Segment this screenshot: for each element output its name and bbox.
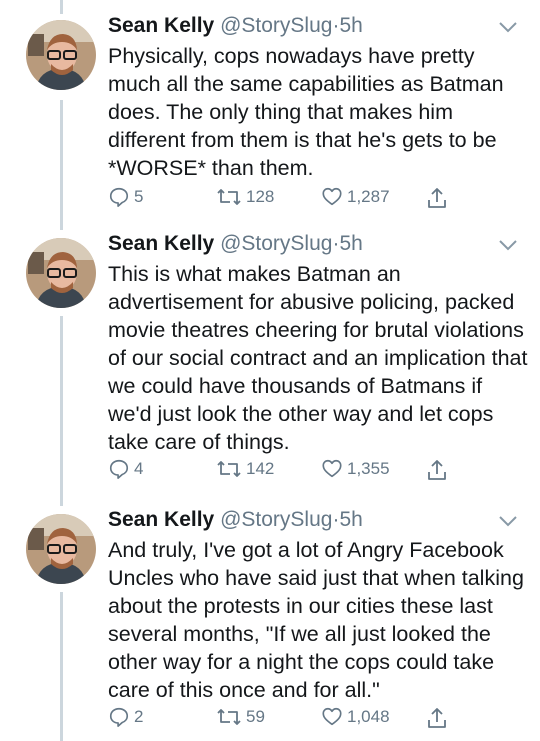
thread-line bbox=[60, 0, 63, 14]
retweet-icon bbox=[217, 189, 241, 205]
avatar[interactable] bbox=[26, 238, 96, 308]
like-button[interactable]: 1,048 bbox=[321, 706, 390, 728]
share-button[interactable] bbox=[426, 706, 448, 730]
timestamp[interactable]: 5h bbox=[339, 232, 362, 255]
retweet-button[interactable]: 128 bbox=[216, 186, 274, 208]
tweet-text: And truly, I've got a lot of Angry Faceb… bbox=[108, 538, 524, 702]
tweet-actions: 4 142 1,355 bbox=[108, 458, 528, 484]
tweet-text: Physically, cops nowadays have pretty mu… bbox=[108, 44, 504, 180]
tweet-actions: 5 128 1,287 bbox=[108, 186, 528, 212]
reply-icon bbox=[109, 459, 129, 479]
tweet-header: Sean Kelly @StorySlug·5h bbox=[108, 508, 363, 532]
heart-icon bbox=[322, 459, 342, 478]
tweet[interactable]: Sean Kelly @StorySlug·5h This is what ma… bbox=[0, 232, 540, 504]
timestamp[interactable]: 5h bbox=[339, 14, 362, 37]
tweet[interactable]: Sean Kelly @StorySlug·5h And truly, I've… bbox=[0, 508, 540, 741]
tweet-actions: 2 59 1,048 bbox=[108, 706, 528, 732]
reply-button[interactable]: 2 bbox=[108, 706, 143, 728]
user-handle[interactable]: @StorySlug bbox=[220, 232, 332, 255]
reply-button[interactable]: 5 bbox=[108, 186, 143, 208]
retweet-icon bbox=[217, 709, 241, 725]
user-handle[interactable]: @StorySlug bbox=[220, 508, 332, 531]
share-icon bbox=[428, 708, 446, 728]
reply-icon bbox=[109, 187, 129, 207]
retweet-count: 128 bbox=[246, 187, 275, 206]
chevron-down-icon[interactable] bbox=[497, 238, 519, 252]
reply-button[interactable]: 4 bbox=[108, 458, 143, 480]
retweet-button[interactable]: 142 bbox=[216, 458, 274, 480]
display-name[interactable]: Sean Kelly bbox=[108, 508, 214, 531]
display-name[interactable]: Sean Kelly bbox=[108, 232, 214, 255]
like-button[interactable]: 1,355 bbox=[321, 458, 390, 480]
avatar[interactable] bbox=[26, 514, 96, 584]
like-button[interactable]: 1,287 bbox=[321, 186, 390, 208]
share-icon bbox=[428, 460, 446, 480]
chevron-down-icon[interactable] bbox=[497, 20, 519, 34]
share-button[interactable] bbox=[426, 458, 448, 482]
reply-count: 2 bbox=[134, 707, 144, 726]
heart-icon bbox=[322, 187, 342, 206]
avatar[interactable] bbox=[26, 20, 96, 90]
user-handle[interactable]: @StorySlug bbox=[220, 14, 332, 37]
chevron-down-icon[interactable] bbox=[497, 514, 519, 528]
tweet-text: This is what makes Batman an advertiseme… bbox=[108, 262, 528, 454]
heart-icon bbox=[322, 707, 342, 726]
display-name[interactable]: Sean Kelly bbox=[108, 14, 214, 37]
tweet[interactable]: Sean Kelly @StorySlug·5h Physically, cop… bbox=[0, 14, 540, 220]
timestamp[interactable]: 5h bbox=[339, 508, 362, 531]
like-count: 1,355 bbox=[347, 459, 390, 478]
share-button[interactable] bbox=[426, 186, 448, 210]
retweet-button[interactable]: 59 bbox=[216, 706, 265, 728]
retweet-count: 59 bbox=[246, 707, 265, 726]
tweet-header: Sean Kelly @StorySlug·5h bbox=[108, 14, 363, 38]
reply-count: 5 bbox=[134, 187, 144, 206]
tweet-header: Sean Kelly @StorySlug·5h bbox=[108, 232, 363, 256]
reply-count: 4 bbox=[134, 459, 144, 478]
retweet-count: 142 bbox=[246, 459, 275, 478]
retweet-icon bbox=[217, 461, 241, 477]
like-count: 1,048 bbox=[347, 707, 390, 726]
like-count: 1,287 bbox=[347, 187, 390, 206]
share-icon bbox=[428, 188, 446, 208]
reply-icon bbox=[109, 707, 129, 727]
